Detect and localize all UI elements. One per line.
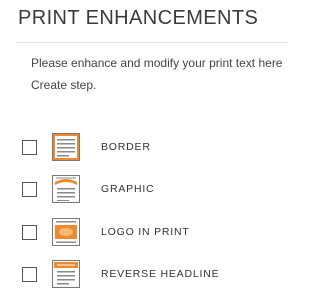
border-thumbnail-icon (52, 133, 80, 161)
logo-in-print-label: LOGO IN PRINT (101, 226, 190, 238)
option-graphic[interactable]: GRAPHIC (22, 174, 288, 204)
graphic-checkbox[interactable] (22, 181, 37, 197)
border-label: BORDER (101, 141, 151, 153)
page-title: PRINT ENHANCEMENTS (18, 7, 259, 29)
border-checkbox[interactable] (22, 139, 37, 155)
option-reverse-headline[interactable]: REVERSE HEADLINE (22, 259, 288, 288)
print-enhancements-panel: PRINT ENHANCEMENTS Please enhance and mo… (0, 0, 288, 288)
option-logo-in-print[interactable]: LOGO IN PRINT (22, 217, 288, 247)
instructions-line-1: Please enhance and modify your print tex… (31, 56, 283, 70)
title-divider (16, 42, 288, 43)
instructions-line-2: Create step. (31, 78, 97, 92)
logo-thumbnail-icon (52, 218, 80, 246)
reverse-headline-label: REVERSE HEADLINE (101, 268, 220, 280)
logo-in-print-checkbox[interactable] (22, 224, 37, 240)
graphic-label: GRAPHIC (101, 183, 155, 195)
instructions-text: Please enhance and modify your print tex… (31, 52, 288, 96)
reverse-headline-thumbnail-icon (52, 260, 80, 288)
reverse-headline-checkbox[interactable] (22, 266, 37, 282)
graphic-thumbnail-icon (52, 175, 80, 203)
option-border[interactable]: BORDER (22, 132, 288, 162)
